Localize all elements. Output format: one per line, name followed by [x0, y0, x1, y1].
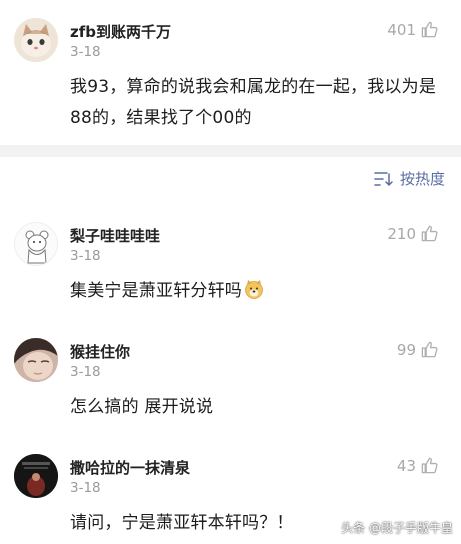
comment-text: 集美宁是萧亚轩分轩吗 — [70, 276, 450, 307]
sort-label: 按热度 — [399, 170, 445, 188]
like-button[interactable]: 99 — [397, 340, 439, 359]
comment-date: 3-18 — [70, 248, 101, 264]
comment-date: 3-18 — [70, 480, 101, 496]
watermark: 头条 @段子手版牛皇 — [341, 521, 453, 535]
comment-text-content: 集美宁是萧亚轩分轩吗 — [70, 281, 242, 301]
user-avatar[interactable] — [14, 222, 58, 266]
username[interactable]: 猴挂住你 — [70, 341, 130, 362]
sort-lines-icon — [374, 171, 393, 186]
comment-date: 3-18 — [70, 364, 101, 380]
username[interactable]: 梨子哇哇哇哇 — [70, 225, 160, 246]
like-count: 43 — [396, 456, 416, 475]
user-avatar[interactable] — [14, 18, 58, 62]
username[interactable]: 撒哈拉的一抹清泉 — [70, 457, 190, 478]
doge-emoji-icon — [245, 280, 263, 299]
thumbs-up-icon — [421, 21, 438, 38]
thumbs-up-icon — [421, 457, 438, 474]
like-count: 210 — [387, 224, 416, 243]
user-avatar[interactable] — [14, 338, 58, 382]
thumbs-up-icon — [421, 341, 438, 358]
like-count: 99 — [396, 340, 416, 359]
thumbs-up-icon — [421, 225, 438, 242]
comment-date: 3-18 — [70, 44, 101, 60]
cat-avatar-icon — [14, 18, 58, 62]
like-button[interactable]: 43 — [397, 456, 439, 475]
face-avatar-icon — [14, 338, 58, 382]
comment-text: 怎么搞的 展开说说 — [70, 397, 214, 417]
like-button[interactable]: 401 — [387, 20, 439, 39]
username[interactable]: zfb到账两千万 — [70, 21, 171, 42]
like-count: 401 — [387, 20, 416, 39]
comment-text: 我93，算命的说我会和属龙的在一起，我以为是88的，结果找了个00的 — [70, 77, 437, 128]
cartoon-bear-avatar-icon — [15, 223, 57, 265]
dark-photo-avatar-icon — [14, 454, 58, 498]
sort-by-hot-button[interactable]: 按热度 — [374, 168, 445, 189]
like-button[interactable]: 210 — [387, 224, 439, 243]
section-divider — [0, 145, 461, 157]
user-avatar[interactable] — [14, 454, 58, 498]
